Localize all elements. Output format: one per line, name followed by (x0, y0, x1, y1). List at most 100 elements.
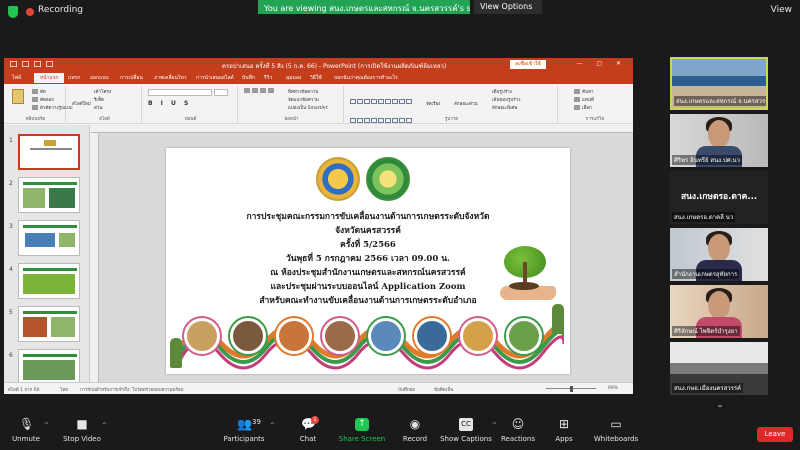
shape-effects-button[interactable]: ลักษณะพิเศษ (492, 104, 517, 111)
slide-thumbnail[interactable] (18, 220, 80, 256)
smiley-icon: ☺ (511, 417, 525, 431)
show-captions-button[interactable]: CC Show Captions (436, 418, 496, 443)
tab-file[interactable]: ไฟล์ (12, 74, 21, 82)
new-slide-button[interactable]: สไลด์ใหม่ (72, 100, 91, 107)
notes-button[interactable]: บันทึกย่อ (398, 386, 415, 393)
slide-thumbnails-pane[interactable]: 1 2 3 4 5 6 (4, 125, 90, 382)
undo-icon[interactable] (22, 61, 29, 67)
tab-review[interactable]: รีวิว (264, 74, 272, 82)
clipboard-group: ตัด คัดลอก ตัวคัดวางรูปแบบ คลิปบอร์ด (6, 86, 73, 122)
quick-styles-button[interactable]: ลักษณะด่วน (454, 100, 478, 107)
cursor-icon (574, 105, 580, 110)
font-size-box[interactable] (214, 89, 228, 96)
replace-button[interactable]: แทนที่ (574, 96, 594, 103)
font-name-box[interactable] (148, 89, 212, 96)
tab-help[interactable]: วิธีใช้ (310, 74, 322, 82)
chat-button[interactable]: 💬 1 Chat (278, 416, 338, 443)
redo-icon[interactable] (34, 61, 41, 67)
format-buttons[interactable]: B I U S (148, 100, 191, 107)
whiteboards-button[interactable]: ▭ Whiteboards (586, 417, 646, 444)
audio-options-chevron-icon[interactable]: ^ (44, 422, 49, 429)
select-button[interactable]: เลือก (574, 104, 592, 111)
paragraph-label: ย่อหน้า (284, 117, 299, 122)
participants-chevron-icon[interactable]: ^ (270, 422, 275, 429)
video-options-chevron-icon[interactable]: ^ (102, 422, 107, 429)
paragraph-group: ทิศทางข้อความ จัดแนวข้อความ แปลงเป็น Sma… (240, 86, 344, 122)
section-button[interactable]: ส่วน (94, 104, 102, 111)
bullets-row[interactable] (244, 88, 276, 94)
microphone-muted-icon: 🎙 (19, 417, 35, 431)
slide-thumbnail[interactable] (18, 177, 80, 213)
tell-me-search[interactable]: บอกฉันว่าคุณต้องการทำอะไร (334, 74, 398, 82)
view-options-button[interactable]: View Options (474, 0, 542, 14)
shape-outline-button[interactable]: เส้นขอบรูปร่าง (492, 96, 520, 103)
thumb-number: 3 (9, 223, 13, 230)
participant-tile[interactable]: สนง.เกษตรและสหกรณ์ จ.นครสวรรค์ (670, 57, 768, 110)
accessibility-hint[interactable]: การช่วยสำหรับการเข้าถึง: โปรดตรวจสอบความ… (80, 386, 184, 393)
tab-design[interactable]: ออกแบบ (90, 74, 109, 82)
participant-tile[interactable]: สนง.เกษตรอ.ตาค... สนง.เกษตรอ.ตาคลี นว (670, 171, 768, 224)
replace-icon (574, 97, 580, 102)
slide-thumbnail[interactable] (18, 263, 80, 299)
view-button[interactable]: View (771, 5, 792, 15)
zoom-slider-knob[interactable] (570, 386, 573, 392)
gallery-scroll-down-icon[interactable]: ⌄ (710, 400, 730, 410)
slide-title-line: การประชุมคณะกรรมการขับเคลื่อนงานด้านการเ… (246, 212, 490, 222)
landmark-photo (368, 318, 404, 354)
slide-thumbnail[interactable] (18, 134, 80, 170)
shapes-gallery[interactable] (350, 90, 414, 142)
tab-slideshow[interactable]: การนำเสนอสไลด์ (196, 74, 234, 82)
tab-record[interactable]: บันทึก (242, 74, 255, 82)
participant-tile[interactable]: สนง.กษอ.เมืองนครสวรรค์ (670, 342, 768, 395)
comments-button[interactable]: ข้อคิดเห็น (434, 386, 453, 393)
shape-fill-button[interactable]: เติมรูปร่าง (492, 88, 512, 95)
slide-thumbnail[interactable] (18, 306, 80, 342)
paste-icon[interactable] (12, 89, 24, 104)
participant-tile[interactable]: ศิริพร อินทรีย์ สนง.ปศ.นว (670, 114, 768, 167)
landmark-photo (506, 318, 542, 354)
format-painter-button[interactable]: ตัวคัดวางรูปแบบ (32, 104, 73, 111)
reset-button[interactable]: รีเซ็ต (94, 96, 104, 103)
apps-button[interactable]: ⊞ Apps (534, 418, 594, 444)
arrange-button[interactable]: จัดเรียง (426, 100, 440, 107)
layout-button[interactable]: เค้าโครง (94, 88, 111, 95)
powerpoint-status-bar: สไลด์ 1 จาก 60 ไทย การช่วยสำหรับการเข้าถ… (4, 382, 633, 394)
captions-icon: CC (459, 418, 473, 431)
smartart-button[interactable]: แปลงเป็น SmartArt (288, 104, 328, 111)
tab-transitions[interactable]: การเปลี่ยน (120, 74, 143, 82)
slide-session-line: ครั้งที่ 5/2566 (340, 240, 396, 250)
powerpoint-title-bar: ครอบ่าเสนอ ครั้งที่ 5 สิง (5 ก.ค. 66) - … (4, 58, 633, 71)
security-shield-icon[interactable] (8, 6, 18, 18)
copy-button[interactable]: คัดลอก (32, 96, 54, 103)
share-screen-button[interactable]: ↑ Share Screen (332, 418, 392, 443)
video-camera-icon: ■ (76, 417, 88, 431)
find-button[interactable]: ค้นหา (574, 88, 594, 95)
participants-button[interactable]: 👥 39 Participants (214, 418, 274, 444)
cut-button[interactable]: ตัด (32, 88, 46, 95)
ribbon: ตัด คัดลอก ตัวคัดวางรูปแบบ คลิปบอร์ด สไล… (4, 84, 633, 142)
zoom-level[interactable]: 69% (608, 386, 618, 391)
text-direction-button[interactable]: ทิศทางข้อความ (288, 88, 318, 95)
current-slide[interactable]: การประชุมคณะกรรมการขับเคลื่อนงานด้านการเ… (166, 148, 570, 374)
language-indicator[interactable]: ไทย (60, 386, 68, 393)
sign-in-button[interactable]: ลงชื่อเข้าใช้ (510, 60, 546, 69)
landmark-photo (414, 318, 450, 354)
present-icon[interactable] (46, 61, 53, 67)
editing-label: การแก้ไข (585, 117, 605, 122)
slide-thumbnail[interactable] (18, 349, 80, 382)
tab-view[interactable]: มุมมอง (286, 74, 301, 82)
slides-label: สไลด์ (99, 117, 110, 122)
participants-count: 39 (252, 418, 261, 426)
leave-button[interactable]: Leave (757, 427, 793, 442)
align-text-button[interactable]: จัดแนวข้อความ (288, 96, 319, 103)
window-controls[interactable]: — ▢ ✕ (576, 60, 627, 67)
recording-label[interactable]: Recording (38, 5, 83, 15)
tab-animations[interactable]: ภาพเคลื่อนไหว (154, 74, 187, 82)
participant-tile[interactable]: สำนักงานเกษตรอุทัยการ (670, 228, 768, 281)
tab-insert[interactable]: แทรก (68, 74, 80, 82)
ribbon-tabs: ไฟล์ หน้าแรก แทรก ออกแบบ การเปลี่ยน ภาพเ… (4, 71, 633, 84)
participant-tile[interactable]: ศิริลักษณ์ ไพจิตร์บำรุงยา (670, 285, 768, 338)
whiteboard-icon: ▭ (610, 417, 622, 431)
save-icon[interactable] (10, 61, 17, 67)
tab-home[interactable]: หน้าแรก (34, 73, 65, 83)
